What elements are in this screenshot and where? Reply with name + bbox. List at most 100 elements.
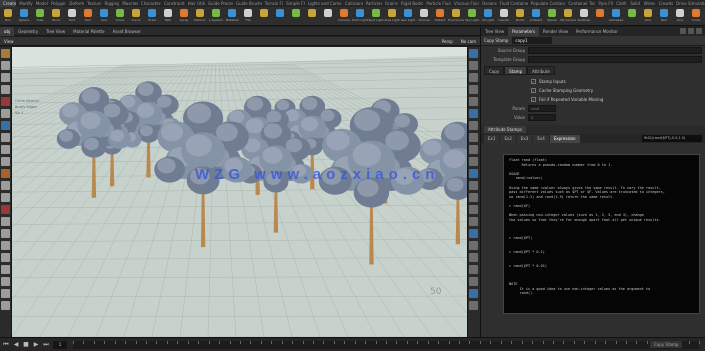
param-pane-tab[interactable]: Render View — [539, 27, 572, 36]
shelf-tab[interactable]: Viscous Fluids — [451, 0, 479, 7]
tab-copy[interactable]: Copy — [484, 66, 505, 75]
pane-tab[interactable]: Asset Browser — [109, 27, 145, 36]
shelf-tab[interactable]: Grains — [382, 0, 398, 7]
shelf-tool-button[interactable]: Box — [0, 7, 16, 26]
viewport-tool-icon[interactable] — [1, 109, 10, 118]
pane-tab[interactable]: obj — [0, 26, 15, 36]
shelf-tab[interactable]: Wires — [641, 0, 656, 7]
fast-forward-icon[interactable]: ⏭ — [42, 341, 50, 349]
viewport-tool-icon[interactable] — [1, 145, 10, 154]
display-option-icon[interactable] — [469, 133, 478, 142]
display-option-icon[interactable] — [469, 109, 478, 118]
shelf-tab[interactable]: Container Tools — [565, 0, 595, 7]
attribute-stamps-button[interactable]: Attribute Stamps — [484, 126, 527, 133]
info-icon[interactable] — [696, 28, 702, 34]
shelf-tool-button[interactable] — [256, 7, 272, 26]
shelf-tab[interactable]: Modify — [16, 0, 32, 7]
shelf-tool-button[interactable]: Stereo — [544, 7, 560, 26]
pane-tab[interactable]: Tree View — [42, 27, 69, 36]
shelf-tab[interactable]: Particle Fluids — [423, 0, 451, 7]
viewport-tool-icon[interactable] — [1, 193, 10, 202]
display-option-icon[interactable] — [469, 229, 478, 238]
shelf-tool-button[interactable]: Spray — [176, 7, 192, 26]
param-pane-tab[interactable]: Tree View — [481, 27, 508, 36]
display-option-icon[interactable] — [469, 61, 478, 70]
param-value-field[interactable]: 0 — [528, 114, 556, 121]
viewport-tool-icon[interactable] — [1, 157, 10, 166]
shelf-tab[interactable]: Lights and Cameras — [305, 0, 342, 7]
camera-menu[interactable]: Persp — [438, 39, 457, 44]
display-option-icon[interactable] — [469, 73, 478, 82]
shelf-tab[interactable]: Hair Utils — [185, 0, 205, 7]
shelf-tool-button[interactable]: Path — [160, 7, 176, 26]
shelf-tab[interactable]: Polygon — [48, 0, 66, 7]
shelf-tab[interactable]: Model — [33, 0, 48, 7]
shelf-tab[interactable]: Texture — [84, 0, 101, 7]
display-option-icon[interactable] — [469, 265, 478, 274]
shelf-tab[interactable]: Characters — [138, 0, 161, 7]
shelf-tab[interactable]: Guide Process — [205, 0, 233, 7]
shelf-tool-button[interactable]: Circle — [112, 7, 128, 26]
shelf-tool-button[interactable]: Grid — [640, 7, 656, 26]
timeline-ruler[interactable] — [73, 340, 700, 349]
view-menu[interactable]: No cam — [457, 39, 480, 44]
shelf-tool-button[interactable]: Tube — [32, 7, 48, 26]
shelf-tool-button[interactable]: VR Camera — [560, 7, 576, 26]
viewport-tool-icon[interactable] — [1, 265, 10, 274]
gear-icon[interactable] — [680, 28, 686, 34]
shelf-tool-button[interactable]: File — [240, 7, 256, 26]
checkbox[interactable]: ✓ — [531, 79, 536, 84]
shelf-tab[interactable]: Drive Simulation — [673, 0, 705, 7]
display-option-icon[interactable] — [469, 49, 478, 58]
viewport-tool-icon[interactable] — [1, 169, 10, 178]
shelf-tool-button[interactable] — [624, 7, 640, 26]
display-option-icon[interactable] — [469, 241, 478, 250]
shelf-tool-button[interactable]: Camera — [336, 7, 352, 26]
shelf-tab[interactable]: Oceans — [479, 0, 497, 7]
shelf-tool-button[interactable]: Gamepad — [608, 7, 624, 26]
shelf-tab[interactable]: Terrain FX — [262, 0, 284, 7]
shelf-tool-button[interactable]: Torus — [48, 7, 64, 26]
shelf-tab[interactable]: Particles — [363, 0, 382, 7]
shelf-tool-button[interactable]: Curve — [128, 7, 144, 26]
fail-missing-toggle[interactable]: ✓ Fail if Repeated Variable Missing — [481, 95, 705, 104]
stop-icon[interactable]: ■ — [22, 341, 30, 349]
shelf-tool-button[interactable] — [304, 7, 320, 26]
shelf-tool-button[interactable]: Line — [672, 7, 688, 26]
tab-ex2[interactable]: Ex2 — [500, 134, 516, 143]
display-option-icon[interactable] — [469, 145, 478, 154]
viewport-tool-icon[interactable] — [1, 205, 10, 214]
display-option-icon[interactable] — [469, 289, 478, 298]
viewport-tool-icon[interactable] — [1, 73, 10, 82]
param-pane-tab[interactable]: Performance Monitor — [572, 27, 622, 36]
template-group-field[interactable] — [528, 56, 702, 63]
source-group-field[interactable] — [528, 47, 702, 54]
viewport-tool-icon[interactable] — [1, 61, 10, 70]
shelf-tool-button[interactable]: Environment — [448, 7, 464, 26]
shelf-tool-button[interactable] — [288, 7, 304, 26]
display-option-icon[interactable] — [469, 169, 478, 178]
shelf-tool-button[interactable]: Ambient — [528, 7, 544, 26]
viewport-tool-icon[interactable] — [1, 301, 10, 310]
shelf-tab[interactable]: Cloth — [613, 0, 627, 7]
shelf-tool-button[interactable]: Spot Light — [368, 7, 384, 26]
shelf-tab[interactable]: Constraints — [161, 0, 185, 7]
shelf-tool-button[interactable]: Draw — [144, 7, 160, 26]
play-reverse-icon[interactable]: ◀ — [12, 341, 20, 349]
viewport-tool-icon[interactable] — [1, 49, 10, 58]
viewport-tool-icon[interactable] — [1, 121, 10, 130]
shelf-tool-button[interactable]: Point Light — [352, 7, 368, 26]
shelf-tool-button[interactable]: Null — [80, 7, 96, 26]
viewport-tool-icon[interactable] — [1, 241, 10, 250]
shelf-tool-button[interactable]: Circle — [688, 7, 704, 26]
viewport-tool-icon[interactable] — [1, 133, 10, 142]
current-frame-field[interactable]: 1 — [53, 340, 67, 349]
shelf-tool-button[interactable] — [592, 7, 608, 26]
shelf-tool-button[interactable] — [320, 7, 336, 26]
shelf-tool-button[interactable]: Platonic — [192, 7, 208, 26]
node-name-field[interactable]: copy1 — [512, 37, 553, 44]
display-option-icon[interactable] — [469, 193, 478, 202]
shelf-tool-button[interactable]: Geo Light — [400, 7, 416, 26]
shelf-tab[interactable]: Pyro FX — [595, 0, 613, 7]
tab-ex3[interactable]: Ex3 — [516, 134, 533, 143]
